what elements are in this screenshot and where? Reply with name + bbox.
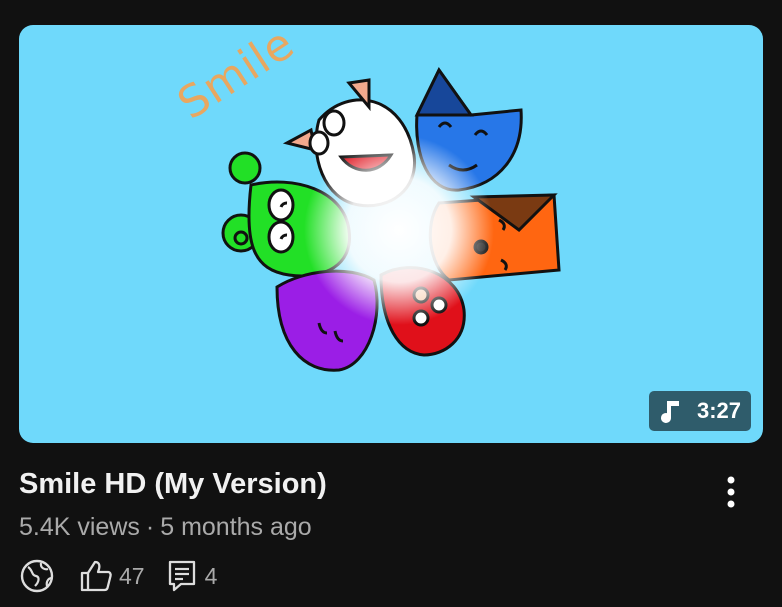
more-options-button[interactable] xyxy=(716,471,746,513)
thumbs-up-icon xyxy=(80,560,112,592)
video-title[interactable]: Smile HD (My Version) xyxy=(19,468,327,501)
globe-icon xyxy=(20,559,54,593)
video-metadata: 5.4K views · 5 months ago xyxy=(19,513,312,542)
like-stat[interactable]: 47 xyxy=(79,559,167,593)
more-vert-icon xyxy=(727,476,735,508)
like-count: 47 xyxy=(119,562,145,589)
view-count: 5.4K views xyxy=(19,513,140,541)
comment-icon xyxy=(168,560,195,592)
duration-badge: 3:27 xyxy=(648,391,751,431)
comment-count: 4 xyxy=(204,562,218,589)
video-thumbnail[interactable]: Smile 3:27 xyxy=(19,25,763,443)
thumbnail-artwork xyxy=(221,67,561,372)
visibility-public xyxy=(19,558,55,594)
comment-stat[interactable]: 4 xyxy=(167,559,218,593)
music-note-icon xyxy=(660,401,679,423)
video-card: Smile 3:27 Smile HD (My Version) 5.4K vi… xyxy=(0,0,782,607)
duration-text: 3:27 xyxy=(696,398,741,423)
upload-age: 5 months ago xyxy=(160,513,312,541)
meta-separator: · xyxy=(145,513,155,541)
video-stats: 47 4 xyxy=(19,556,217,596)
